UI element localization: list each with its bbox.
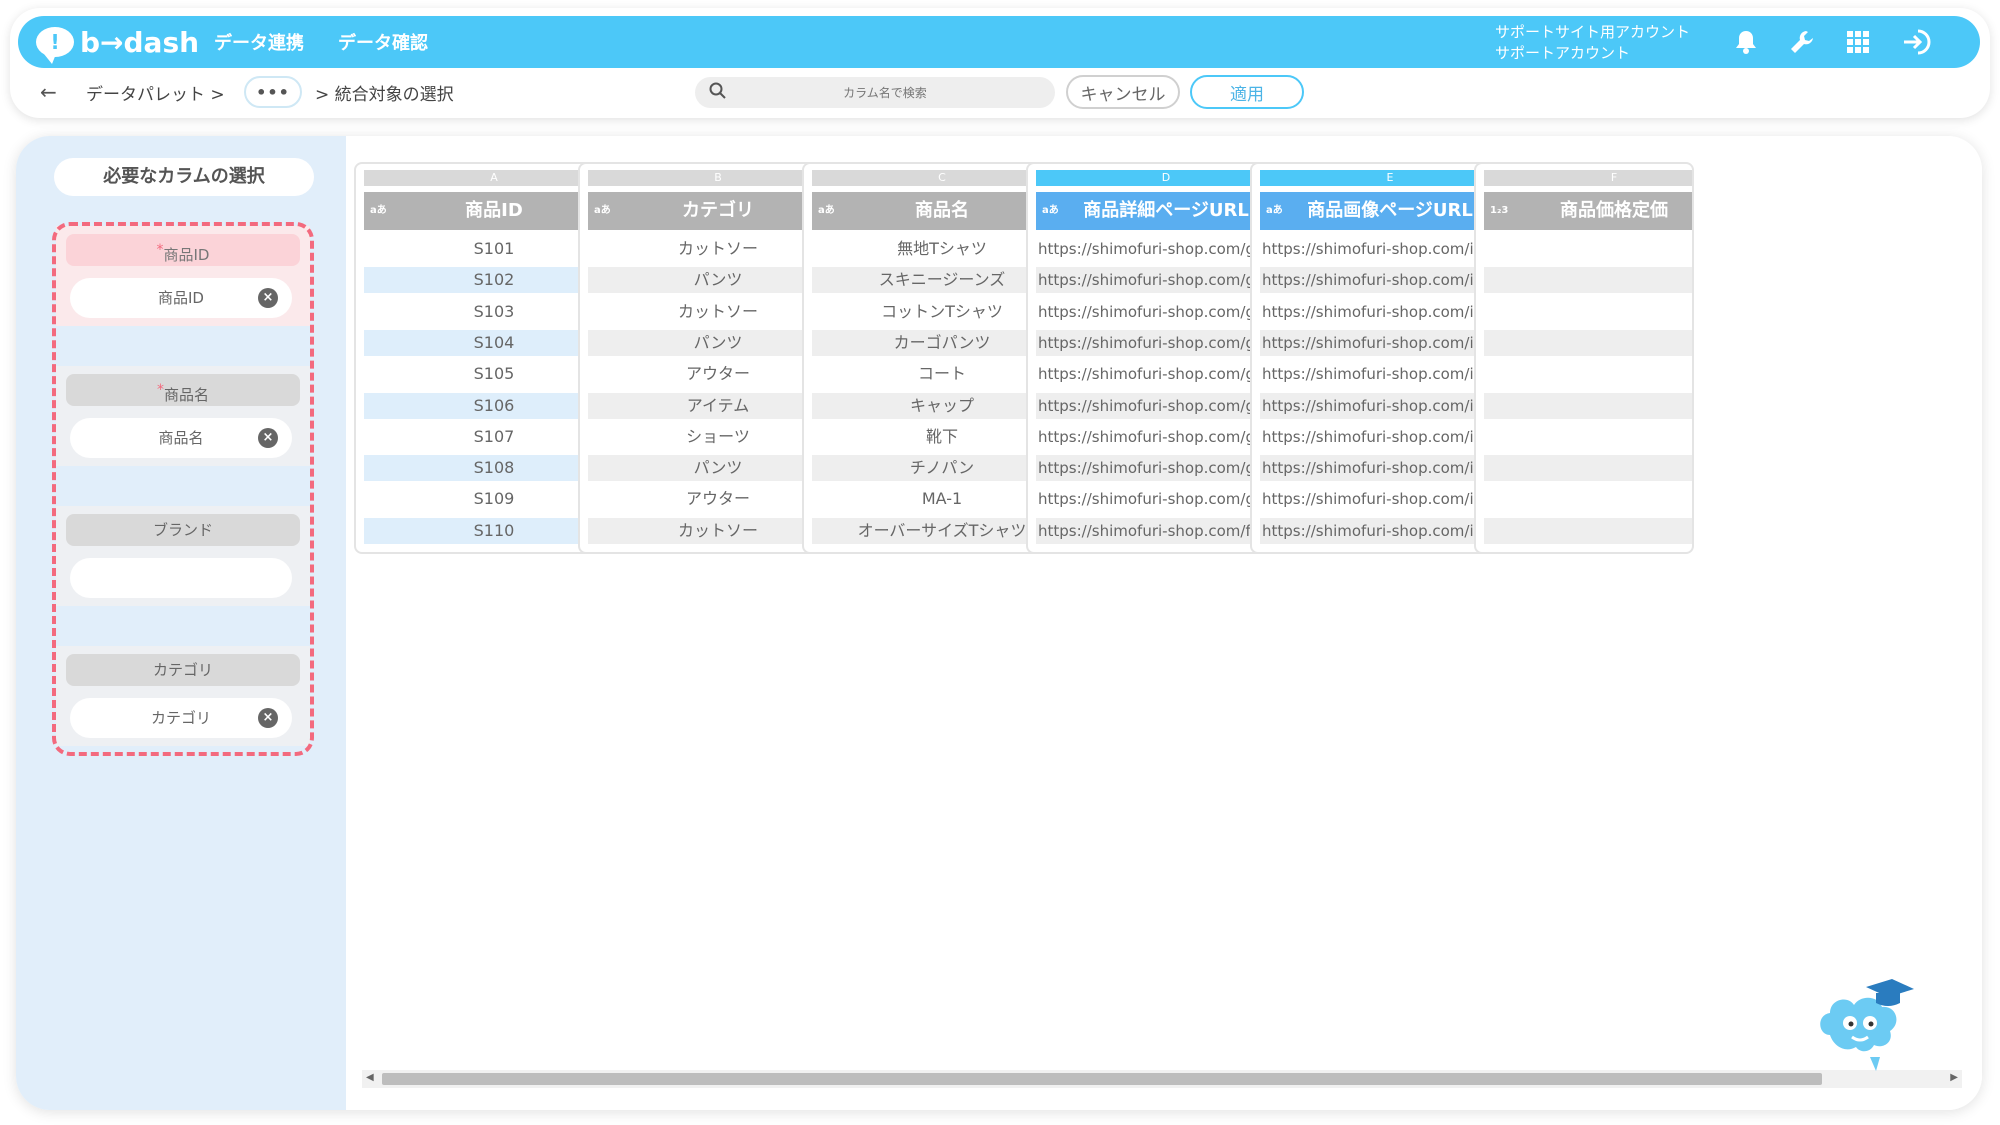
column-name: 商品詳細ページURL (1083, 200, 1249, 221)
search-input[interactable] (735, 81, 1035, 104)
apply-button[interactable]: 適用 (1190, 75, 1304, 109)
table-cell: 2500 (1484, 392, 1692, 419)
column-search (695, 77, 1055, 108)
column-letter: F (1484, 170, 1692, 186)
data-type-icon: aあ (818, 205, 835, 216)
top-navigation-bar: ! b→dash データ連携 データ確認 サポートサイト用アカウント サポートア… (18, 16, 1980, 68)
search-icon (709, 82, 727, 104)
nav-data-integration[interactable]: データ連携 (214, 29, 304, 55)
logout-icon[interactable] (1902, 26, 1934, 58)
breadcrumb-current: > 統合対象の選択 (315, 85, 454, 105)
data-type-icon: aあ (1266, 205, 1283, 216)
logo-bubble-icon: ! (36, 27, 74, 64)
table-cell: 6000 (1484, 299, 1692, 325)
logo-text: b→dash (80, 25, 200, 59)
table-cell: 14000 (1484, 486, 1692, 512)
panel-title: 必要なカラムの選択 (54, 158, 314, 196)
scroll-left-icon[interactable]: ◀ (366, 1072, 374, 1083)
column-name: 商品名 (915, 200, 969, 221)
wrench-icon[interactable] (1786, 26, 1818, 58)
table-cell: 8000 (1484, 329, 1692, 356)
bell-icon[interactable] (1730, 26, 1762, 58)
columns-area: Aaあ 商品ID S101 S102 S103 S104 S105 S106 S107 S108 S… (346, 136, 1982, 1110)
column-name: 商品画像ページURL (1307, 200, 1473, 221)
table-cell: 7500 (1484, 517, 1692, 544)
mascot-icon[interactable] (1810, 975, 1920, 1075)
data-type-icon: 1₂3 (1490, 205, 1509, 216)
column-card[interactable]: F 1₂3 商品価格定価 5000 8000 6000 8000 13000 2500 500 80… (1474, 162, 1694, 554)
account-info[interactable]: サポートサイト用アカウント サポートアカウント (1495, 22, 1690, 64)
horizontal-scrollbar[interactable]: ◀ ▶ (362, 1070, 1962, 1088)
table-cell: 500 (1484, 424, 1692, 450)
data-type-icon: aあ (1042, 205, 1059, 216)
nav-data-check[interactable]: データ確認 (338, 29, 428, 55)
table-cell: 8000 (1484, 267, 1692, 294)
scrollbar-thumb[interactable] (382, 1073, 1822, 1085)
back-arrow-icon[interactable]: ← (40, 80, 57, 104)
column-name: 商品ID (465, 200, 523, 221)
scroll-right-icon[interactable]: ▶ (1950, 1072, 1958, 1083)
data-type-icon: aあ (594, 205, 611, 216)
breadcrumb-more-button[interactable]: ••• (244, 76, 302, 108)
app-logo[interactable]: ! b→dash (36, 22, 200, 64)
required-columns-highlight (52, 222, 314, 756)
required-columns-panel: 必要なカラムの選択 *商品ID 商品ID × *商品名 商品名 × ブランド カテゴ… (16, 136, 346, 1110)
account-line-1: サポートサイト用アカウント (1495, 23, 1691, 41)
content-frame: 必要なカラムの選択 *商品ID 商品ID × *商品名 商品名 × ブランド カテゴ… (16, 136, 1982, 1110)
cancel-button[interactable]: キャンセル (1066, 75, 1180, 109)
breadcrumb-data-palette[interactable]: データパレット > (86, 80, 225, 105)
account-line-2: サポートアカウント (1495, 44, 1631, 62)
main-nav: データ連携 データ確認 (214, 16, 462, 68)
table-cell: 8000 (1484, 455, 1692, 482)
column-header[interactable]: 1₂3 商品価格定価 (1484, 192, 1692, 230)
table-cell: 13000 (1484, 361, 1692, 387)
column-name: カテゴリ (682, 200, 754, 221)
table-cell: 5000 (1484, 236, 1692, 262)
column-name: 商品価格定価 (1560, 200, 1668, 221)
data-type-icon: aあ (370, 205, 387, 216)
grid-icon[interactable] (1842, 26, 1874, 58)
